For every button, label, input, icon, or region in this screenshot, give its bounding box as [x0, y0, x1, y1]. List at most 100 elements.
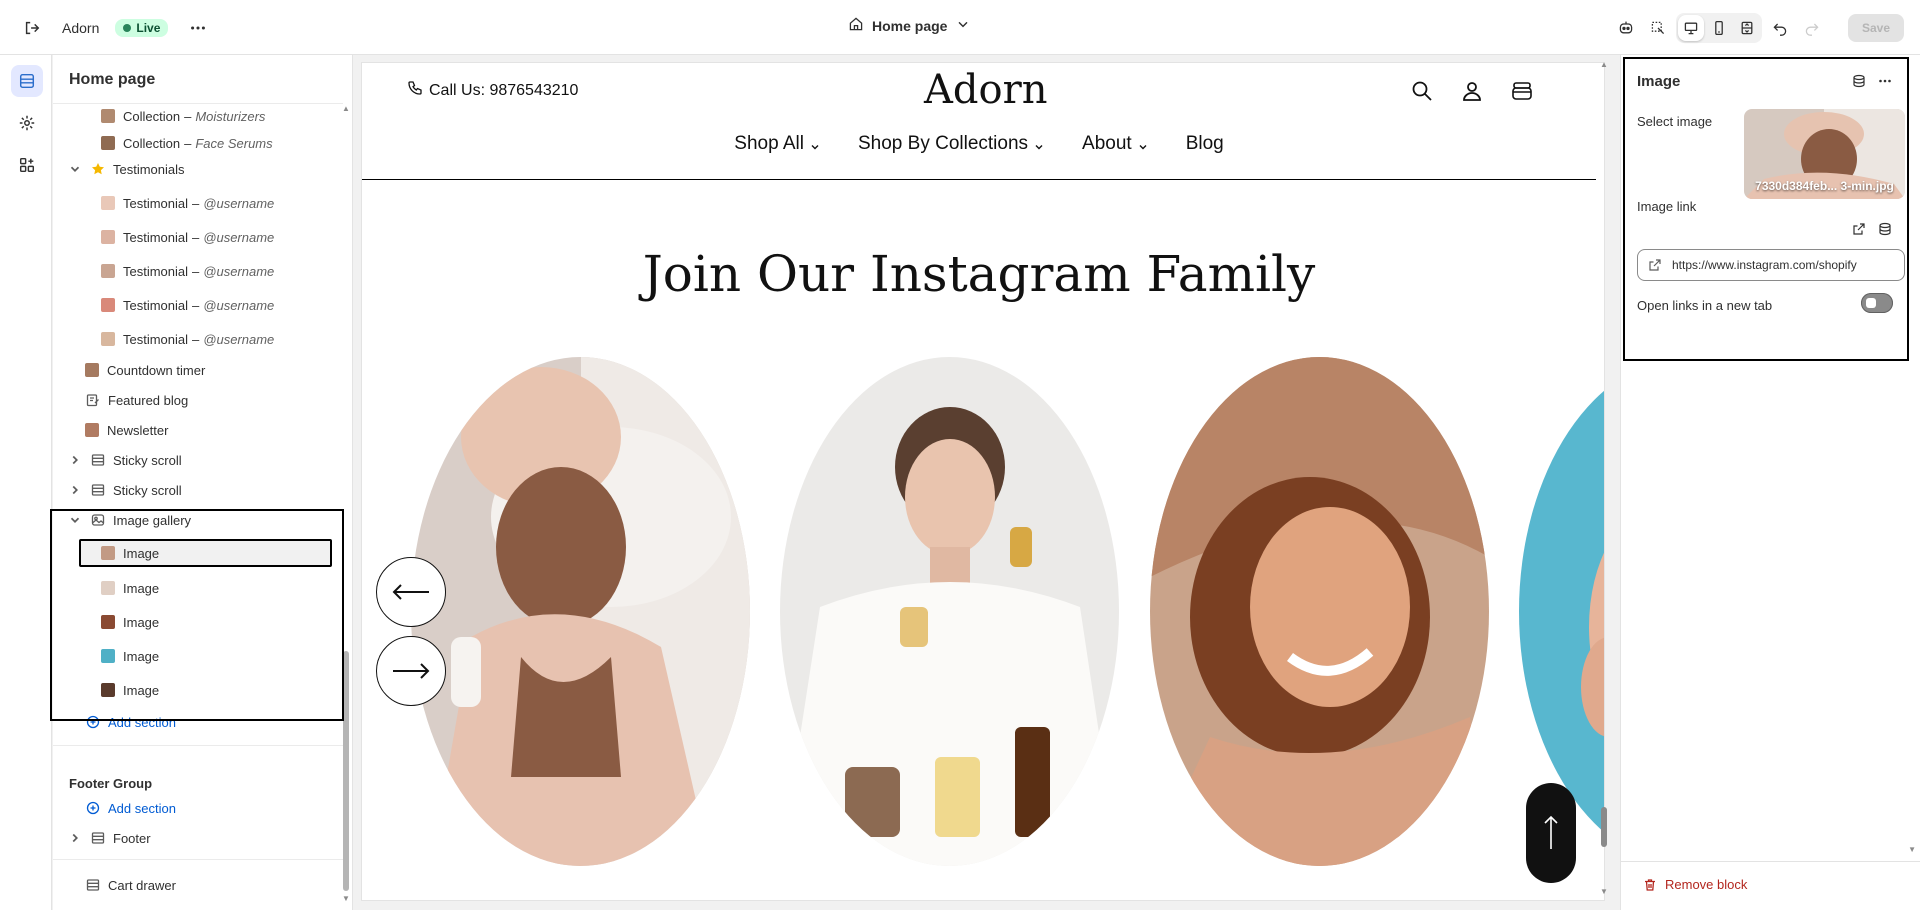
block-collection-face-serums[interactable]: Collection – Face Serums — [101, 129, 331, 157]
image-link-label: Image link — [1637, 199, 1697, 214]
storefront-preview: Call Us: 9876543210 Adorn Shop All Shop … — [362, 63, 1604, 900]
block-image[interactable]: Image — [101, 608, 331, 636]
block-image[interactable]: Image — [101, 574, 331, 602]
image-thumb — [101, 546, 115, 560]
more-options-icon[interactable] — [1875, 71, 1895, 91]
section-testimonials[interactable]: Testimonials — [67, 155, 327, 183]
remove-block-button[interactable]: Remove block — [1643, 877, 1747, 892]
collection-thumb — [101, 136, 115, 150]
chevron-right-icon[interactable] — [67, 452, 83, 468]
block-testimonial[interactable]: Testimonial – @username — [101, 189, 331, 217]
testimonial-thumb — [101, 332, 115, 346]
undo-icon[interactable] — [1766, 14, 1794, 42]
block-image-selected[interactable]: Image — [79, 539, 332, 567]
link-out-icon — [1649, 259, 1661, 271]
section-newsletter[interactable]: Newsletter — [85, 416, 325, 444]
add-section-label: Add section — [108, 714, 176, 730]
nav-about[interactable]: About — [1082, 133, 1148, 155]
footer-add-section-button[interactable]: Add section — [85, 794, 285, 822]
image-picker[interactable]: 7330d384feb... 3-min.jpg — [1744, 109, 1905, 199]
dynamic-source-icon[interactable] — [1875, 219, 1895, 239]
inspector-icon[interactable] — [1644, 14, 1672, 42]
apps-icon[interactable] — [11, 149, 43, 181]
account-icon[interactable] — [1458, 77, 1486, 105]
gallery-image-towel-woman[interactable] — [411, 357, 750, 866]
block-testimonial[interactable]: Testimonial – @username — [101, 325, 331, 353]
gallery-image-serum-woman[interactable] — [780, 357, 1119, 866]
image-link-input[interactable]: https://www.instagram.com/shopify — [1637, 249, 1905, 281]
block-label: Testimonial — [123, 297, 189, 313]
save-button[interactable]: Save — [1847, 14, 1904, 42]
desktop-icon[interactable] — [1677, 15, 1704, 41]
add-section-button[interactable]: Add section — [85, 708, 285, 736]
section-countdown-timer[interactable]: Countdown timer — [85, 356, 325, 384]
block-label: Image — [123, 545, 160, 561]
section-label: Sticky scroll — [113, 482, 182, 498]
chevron-down-icon[interactable] — [67, 161, 83, 177]
section-cart-drawer[interactable]: Cart drawer — [85, 871, 325, 899]
store-logo[interactable]: Adorn — [924, 67, 1047, 113]
section-sticky-scroll[interactable]: Sticky scroll — [67, 446, 327, 474]
page-selector-label: Home page — [872, 17, 948, 34]
block-testimonial[interactable]: Testimonial – @username — [101, 257, 331, 285]
block-collection-moisturizers[interactable]: Collection – Moisturizers — [101, 104, 331, 130]
gallery-prev-button[interactable] — [376, 557, 446, 627]
section-image-gallery[interactable]: Image gallery — [67, 506, 327, 534]
block-label: Image — [123, 648, 160, 664]
nav-shop-all[interactable]: Shop All — [734, 133, 820, 155]
settings-gear-icon[interactable] — [11, 107, 43, 139]
block-sublabel: @username — [203, 229, 275, 245]
block-testimonial[interactable]: Testimonial – @username — [101, 223, 331, 251]
cart-jar-icon[interactable] — [1508, 77, 1536, 105]
more-actions-icon[interactable] — [184, 14, 212, 42]
full-width-icon[interactable] — [1734, 15, 1760, 41]
section-featured-blog[interactable]: Featured blog — [85, 386, 325, 414]
dynamic-source-icon[interactable] — [1849, 71, 1869, 91]
section-sticky-scroll[interactable]: Sticky scroll — [67, 476, 327, 504]
ai-assistant-icon[interactable] — [1612, 14, 1640, 42]
new-tab-toggle[interactable] — [1861, 293, 1893, 313]
gallery-next-button[interactable] — [376, 636, 446, 706]
mobile-icon[interactable] — [1706, 15, 1732, 41]
nav-blog[interactable]: Blog — [1186, 133, 1224, 155]
collection-thumb — [101, 109, 115, 123]
phone-icon — [407, 80, 423, 101]
panel-footer: Remove block — [1621, 861, 1920, 910]
block-label: Testimonial — [123, 331, 189, 347]
star-icon — [90, 161, 106, 177]
block-label: Image — [123, 614, 160, 630]
trash-icon — [1645, 878, 1655, 891]
external-link-icon[interactable] — [1849, 219, 1869, 239]
block-label: Image — [123, 580, 160, 596]
block-image[interactable]: Image — [101, 676, 331, 704]
page-selector[interactable]: Home page — [848, 16, 971, 35]
block-settings-panel: Image Select image 7330d384feb... 3-min.… — [1620, 55, 1920, 910]
chevron-right-icon[interactable] — [67, 482, 83, 498]
block-testimonial[interactable]: Testimonial – @username — [101, 291, 331, 319]
image-thumb — [101, 615, 115, 629]
section-footer[interactable]: Footer — [67, 824, 327, 852]
chevron-down-icon — [1139, 145, 1147, 150]
block-image[interactable]: Image — [101, 642, 331, 670]
scroll-to-top-button[interactable] — [1526, 783, 1576, 883]
phone-contact[interactable]: Call Us: 9876543210 — [407, 80, 578, 101]
exit-icon[interactable] — [18, 14, 46, 42]
block-sublabel: Moisturizers — [195, 108, 266, 124]
nav-shop-by-collections[interactable]: Shop By Collections — [858, 133, 1044, 155]
panel-scroll-arrow[interactable]: ▼ — [1908, 845, 1916, 854]
blog-icon — [85, 392, 101, 408]
preview-scrollbar[interactable]: ▲ ▼ — [1598, 55, 1610, 900]
chevron-right-icon[interactable] — [67, 830, 83, 846]
chevron-down-icon — [811, 145, 819, 150]
layout-icon — [85, 877, 101, 893]
sections-icon[interactable] — [11, 65, 43, 97]
chevron-down-icon[interactable] — [67, 512, 83, 528]
search-icon[interactable] — [1408, 77, 1436, 105]
gallery-section-title: Join Our Instagram Family — [642, 245, 1316, 303]
redo-icon[interactable] — [1798, 14, 1826, 42]
testimonial-thumb — [101, 264, 115, 278]
block-sublabel: @username — [203, 297, 275, 313]
gallery-image-smiling-woman[interactable] — [1150, 357, 1489, 866]
image-thumb — [101, 581, 115, 595]
sidebar-scrollbar[interactable]: ▲ ▼ — [342, 103, 350, 903]
